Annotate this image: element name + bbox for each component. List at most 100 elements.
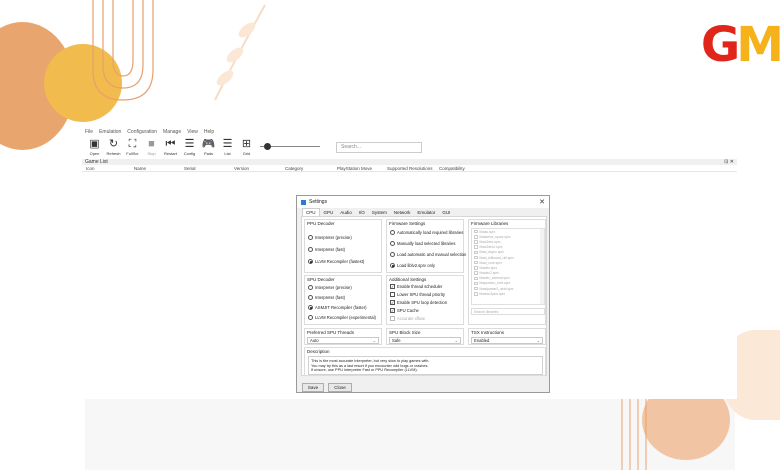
option-spu-cache[interactable]: ✓ SPU Cache [390,308,419,313]
preferred-spu-threads-select[interactable]: Auto ⌄ [307,337,379,344]
radio-button[interactable] [308,295,313,300]
tab-system[interactable]: System [369,209,390,216]
radio-button[interactable] [308,235,313,240]
spu-option-asmjit[interactable]: ASMJIT Recompiler (faster) [308,305,367,310]
column-category[interactable]: Category [285,166,337,171]
gamepad-icon: 🎮 [201,137,216,150]
chevron-down-icon: ⌄ [454,338,458,343]
config-button[interactable]: ☰ Config [180,136,199,158]
scrollbar[interactable] [540,229,544,304]
menu-emulation[interactable]: Emulation [99,129,121,135]
radio-button-selected[interactable] [308,259,313,264]
slider-handle[interactable] [264,143,271,150]
pads-button[interactable]: 🎮 Pads [199,136,218,158]
ppu-option-interpreter-fast[interactable]: Interpreter (fast) [308,247,345,252]
tab-cpu[interactable]: CPU [302,208,320,216]
radio-button[interactable] [308,247,313,252]
fullscreen-icon: ⛶ [128,137,137,150]
spu-decoder-group: SPU Decoder Interpreter (precise) Interp… [304,275,382,325]
tab-gui[interactable]: GUI [439,209,453,216]
open-button[interactable]: ▣ Open [85,136,104,158]
decor-lines-right [621,395,647,470]
firmware-libraries-list[interactable]: libaac.sprx libaacenc_spurs.sprx libac3d… [471,228,545,305]
dock-controls[interactable]: ⊡ ✕ [724,159,734,165]
screen: GM File Emulation Configuration Manage V… [0,0,780,470]
game-list-title: Game List [85,159,108,165]
save-button[interactable]: Save [302,383,324,392]
checkbox-checked[interactable]: ✓ [390,284,395,289]
option-thread-scheduler[interactable]: ✓ Enable thread scheduler [390,284,442,289]
column-icon[interactable]: Icon [82,166,134,171]
column-version[interactable]: Version [234,166,285,171]
radio-button[interactable] [390,252,395,257]
column-supported-resolutions[interactable]: Supported Resolutions [387,166,439,171]
settings-dialog: Settings ✕ CPU GPU Audio I/O System Netw… [296,195,550,393]
close-button[interactable]: Close [328,383,352,392]
spu-option-interpreter-fast[interactable]: Interpreter (fast) [308,295,345,300]
radio-button[interactable] [308,285,313,290]
column-playstation-move[interactable]: PlayStation Move [337,166,387,171]
decor-lines [92,0,154,101]
tab-io[interactable]: I/O [356,209,368,216]
ppu-option-llvm[interactable]: LLVM Recompiler (fastest) [308,259,364,264]
description-group: Description This is the most accurate In… [304,347,546,376]
firmware-option-auto[interactable]: Automatically load required libraries [390,230,463,235]
firmware-libraries-title: Firmware Libraries [471,221,509,226]
firmware-option-liblv2[interactable]: Load liblv2.sprx only [390,263,435,268]
column-compatibility[interactable]: Compatibility [439,166,489,171]
list-item[interactable]: libatrac3plus.sprx [472,291,544,296]
spu-option-interpreter-precise[interactable]: Interpreter (precise) [308,285,352,290]
spu-decoder-title: SPU Decoder [307,277,335,282]
tab-network[interactable]: Network [391,209,414,216]
grid-view-button[interactable]: ⊞ Grid [237,136,256,158]
refresh-button[interactable]: ↻ Refresh [104,136,123,158]
menu-file[interactable]: File [85,129,93,135]
tab-gpu[interactable]: GPU [321,209,337,216]
menu-help[interactable]: Help [204,129,214,135]
checkbox-checked[interactable]: ✓ [390,300,395,305]
checkbox-disabled[interactable] [390,316,395,321]
settings-tabs: CPU GPU Audio I/O System Network Emulato… [297,208,549,216]
radio-button-selected[interactable] [308,305,313,310]
refresh-icon: ↻ [108,137,119,150]
additional-settings-group: Additional Settings ✓ Enable thread sched… [386,275,464,325]
menu-view[interactable]: View [187,129,198,135]
dialog-title: Settings [309,199,328,205]
tab-emulator[interactable]: Emulator [414,209,438,216]
settings-app-icon [301,199,306,205]
tsx-instructions-select[interactable]: Enabled ⌄ [471,337,543,344]
column-serial[interactable]: Serial [184,166,234,171]
radio-button[interactable] [390,230,395,235]
restart-button[interactable]: ⏮ Restart [161,136,180,158]
cpu-tab-panel: PPU Decoder Interpreter (precise) Interp… [301,216,547,376]
stop-button[interactable]: ■ Stop [142,136,161,158]
menu-configuration[interactable]: Configuration [127,129,157,135]
option-spu-loop-detection[interactable]: ✓ Enable SPU loop detection [390,300,447,305]
column-name[interactable]: Name [134,166,184,171]
firmware-settings-group: Firmware Settings Automatically load req… [386,219,466,273]
spu-block-size-select[interactable]: Safe ⌄ [389,337,461,344]
list-view-button[interactable]: ☰ List [218,136,237,158]
description-title: Description [307,349,330,354]
tab-audio[interactable]: Audio [337,209,355,216]
checkbox[interactable] [390,292,395,297]
icon-size-slider[interactable] [260,136,320,158]
toolbar: ▣ Open ↻ Refresh ⛶ FullScr ■ Stop ⏮ Restart ☰… [82,136,737,158]
spu-option-llvm[interactable]: LLVM Recompiler (experimental) [308,315,376,320]
ppu-decoder-title: PPU Decoder [307,221,335,226]
spu-block-size-title: SPU Block Size [389,330,421,335]
firmware-option-both[interactable]: Load automatic and manual selection [390,252,466,257]
option-lower-spu-priority[interactable]: Lower SPU thread priority [390,292,445,297]
search-input[interactable]: Search... [336,141,422,153]
ppu-option-interpreter-precise[interactable]: Interpreter (precise) [308,235,352,240]
radio-button[interactable] [390,241,395,246]
radio-button-selected[interactable] [390,263,395,268]
option-accurate-xfloat[interactable]: Accurate xfloat [390,316,425,321]
library-search-input[interactable]: Search libraries [471,308,545,315]
fullscreen-button[interactable]: ⛶ FullScr [123,136,142,158]
close-icon[interactable]: ✕ [539,198,545,206]
menu-manage[interactable]: Manage [163,129,181,135]
checkbox-checked[interactable]: ✓ [390,308,395,313]
firmware-option-manual[interactable]: Manually load selected libraries [390,241,455,246]
radio-button[interactable] [308,315,313,320]
